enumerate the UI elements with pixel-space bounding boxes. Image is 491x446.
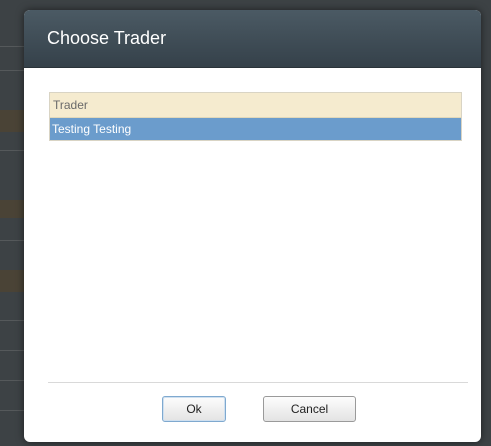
trader-cell[interactable]: Testing Testing [52,122,131,136]
dialog-title: Choose Trader [47,28,167,48]
ok-button[interactable]: Ok [162,396,226,422]
footer-divider [48,382,468,383]
trader-grid: Trader Testing Testing [49,92,462,141]
dialog-header: Choose Trader [24,10,481,68]
grid-header: Trader [50,93,461,118]
cancel-button[interactable]: Cancel [263,396,356,422]
column-header-trader[interactable]: Trader [53,98,88,112]
table-row[interactable]: Testing Testing [50,118,461,140]
choose-trader-dialog: Choose Trader Trader Testing Testing Ok … [24,10,481,442]
